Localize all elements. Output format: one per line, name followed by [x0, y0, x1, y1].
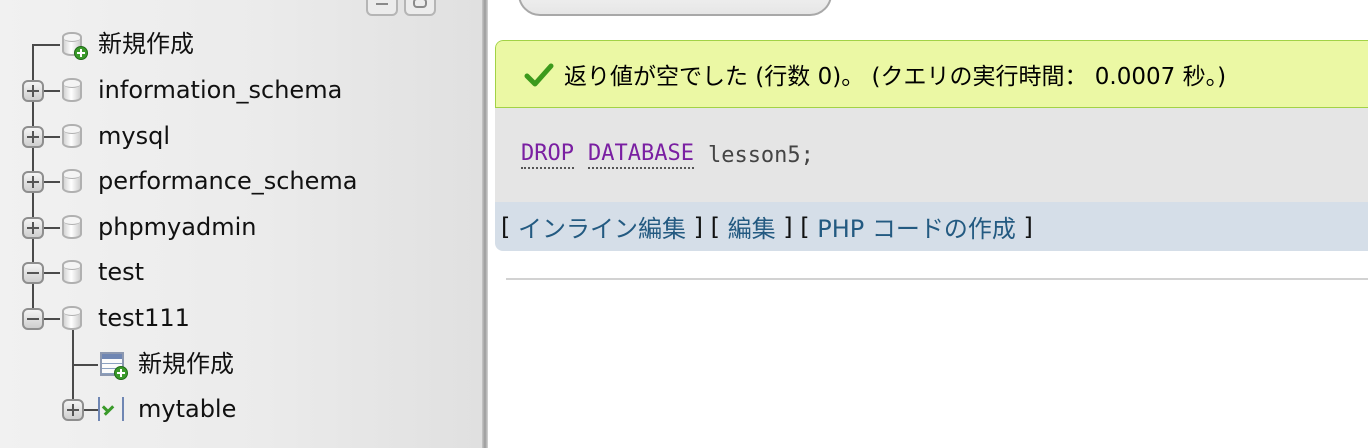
tree-line [44, 181, 60, 183]
db-label: test [98, 258, 145, 286]
tree-line [44, 136, 60, 138]
nav-db-phpmyadmin[interactable]: phpmyadmin [62, 207, 256, 247]
tree-line [72, 364, 98, 366]
success-check-icon [524, 63, 554, 87]
nav-new-table-label: 新規作成 [138, 350, 234, 378]
tree-line [44, 227, 60, 229]
nav-table-mytable[interactable]: mytable [98, 389, 236, 429]
table-structure-icon [98, 397, 124, 421]
expand-icon[interactable] [22, 171, 44, 193]
expand-icon[interactable] [22, 126, 44, 148]
tree-line [84, 409, 98, 411]
database-icon [62, 215, 82, 239]
nav-new-database-label: 新規作成 [98, 30, 194, 58]
sql-identifier: lesson5; [707, 142, 814, 168]
inline-edit-link[interactable]: インライン編集 [518, 209, 686, 244]
nav-db-test111[interactable]: test111 [62, 298, 190, 338]
database-icon [62, 78, 82, 102]
database-icon [62, 169, 82, 193]
nav-db-mysql[interactable]: mysql [62, 116, 170, 156]
tree-line [44, 272, 60, 274]
query-actions-bar: [ インライン編集 ] [ 編集 ] [ PHP コードの作成 ] [495, 202, 1368, 251]
query-result-box: 返り値が空でした (行数 0)。 (クエリの実行時間： 0.0007 秒。) D… [495, 40, 1368, 251]
add-icon [114, 366, 128, 380]
db-label: test111 [98, 304, 190, 332]
table-label: mytable [138, 395, 237, 423]
nav-new-table[interactable]: 新規作成 [100, 344, 234, 384]
nav-new-database[interactable]: 新規作成 [62, 24, 194, 64]
sql-keyword-drop[interactable]: DROP [521, 141, 574, 169]
navigation-panel: 新規作成 information_schema mysql performanc… [0, 0, 482, 448]
nav-db-information-schema[interactable]: information_schema [62, 70, 342, 110]
db-label: performance_schema [98, 167, 358, 195]
db-label: phpmyadmin [98, 213, 257, 241]
edit-link[interactable]: 編集 [728, 209, 776, 244]
tree-line [44, 90, 60, 92]
expand-icon[interactable] [22, 80, 44, 102]
nav-db-performance-schema[interactable]: performance_schema [62, 161, 357, 201]
collapse-all-icon[interactable] [366, 0, 398, 16]
sql-query: DROP DATABASE lesson5; [495, 108, 1368, 202]
panel-resizer[interactable] [482, 0, 488, 448]
success-message-text: 返り値が空でした (行数 0)。 (クエリの実行時間： 0.0007 秒。) [564, 64, 1227, 90]
sql-keyword-database[interactable]: DATABASE [587, 141, 694, 169]
database-icon [62, 124, 82, 148]
divider [506, 278, 1368, 280]
link-with-main-icon[interactable] [404, 0, 436, 16]
tree-line [72, 330, 74, 410]
nav-db-test[interactable]: test [62, 252, 144, 292]
database-icon [62, 306, 82, 330]
success-message: 返り値が空でした (行数 0)。 (クエリの実行時間： 0.0007 秒。) [495, 40, 1368, 108]
collapse-icon[interactable] [22, 262, 44, 284]
collapse-icon[interactable] [22, 308, 44, 330]
add-icon [74, 46, 88, 60]
tree-line [32, 44, 60, 46]
create-php-code-link[interactable]: PHP コードの作成 [817, 209, 1016, 244]
top-button[interactable] [518, 0, 832, 16]
expand-icon[interactable] [22, 217, 44, 239]
database-icon [62, 260, 82, 284]
db-label: information_schema [98, 76, 343, 104]
db-label: mysql [98, 122, 170, 150]
expand-icon[interactable] [62, 399, 84, 421]
tree-line [44, 318, 60, 320]
